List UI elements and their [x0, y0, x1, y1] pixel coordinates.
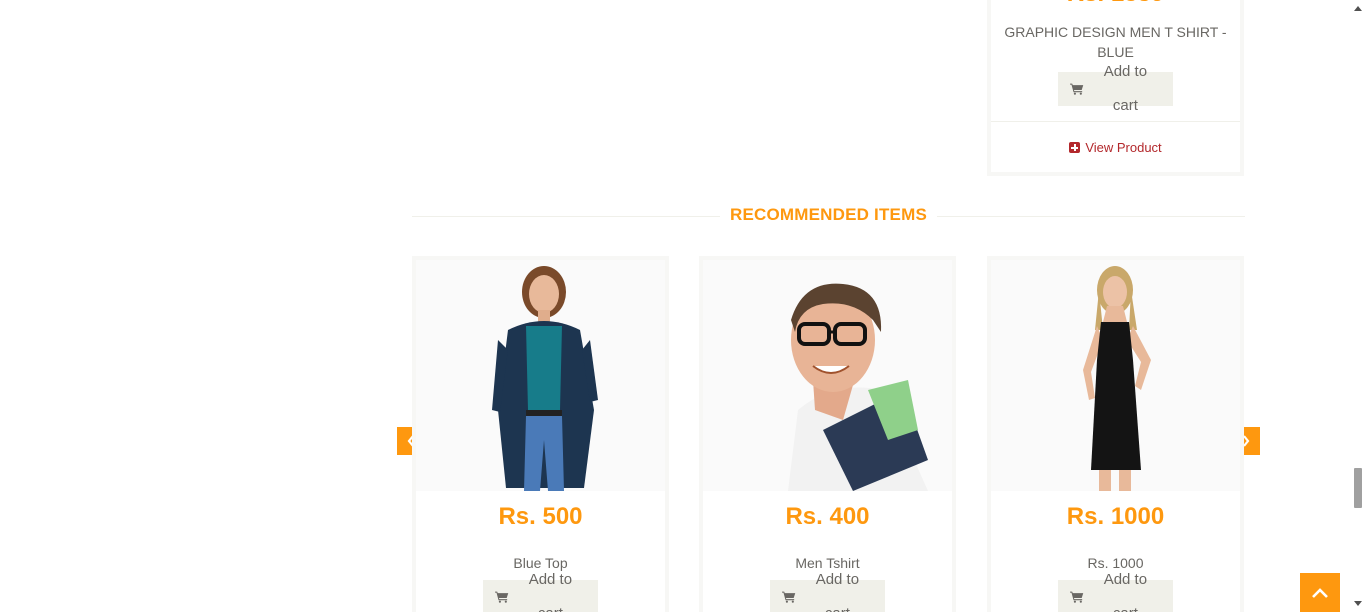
product-card-top: Rs. 1389 GRAPHIC DESIGN MEN T SHIRT - BL… — [987, 0, 1244, 176]
add-to-cart-button[interactable]: Add to cart — [770, 571, 885, 612]
shopping-cart-icon — [1070, 83, 1084, 95]
shopping-cart-icon — [1070, 591, 1084, 603]
view-product-link[interactable]: View Product — [991, 140, 1240, 155]
vertical-scrollbar[interactable] — [1349, 0, 1366, 612]
shopping-cart-icon — [782, 591, 796, 603]
scroll-to-top-button[interactable] — [1300, 573, 1340, 612]
add-to-cart-label: Add to cart — [1103, 571, 1148, 612]
add-to-cart-label: Add to cart — [528, 571, 573, 612]
divider — [991, 121, 1240, 122]
add-to-cart-label: Add to cart — [815, 571, 860, 612]
product-price: Rs. 1000 — [1066, 503, 1165, 530]
chevron-up-icon — [1312, 588, 1328, 598]
product-price: Rs. 1389 — [991, 0, 1240, 8]
shopping-cart-icon — [495, 591, 509, 603]
scrollbar-up-arrow[interactable] — [1349, 0, 1366, 17]
product-price: Rs. 500 — [498, 503, 583, 530]
product-price: Rs. 400 — [785, 503, 870, 530]
plus-square-icon — [1069, 142, 1081, 153]
product-image — [416, 260, 665, 491]
add-to-cart-button[interactable]: Add to cart — [483, 571, 598, 612]
view-product-label: View Product — [1085, 140, 1162, 155]
product-image — [703, 260, 952, 491]
scrollbar-down-arrow[interactable] — [1349, 595, 1366, 612]
product-image — [991, 260, 1240, 491]
add-to-cart-label: Add to cart — [1103, 63, 1148, 114]
triangle-up-icon — [1353, 6, 1362, 11]
recommended-item-card: Rs. 500 Blue Top Add to cart — [412, 256, 669, 612]
add-to-cart-button[interactable]: Add to cart — [1058, 571, 1173, 612]
section-title: recommended items — [719, 205, 938, 225]
recommended-item-card: Rs. 1000 Rs. 1000 Add to cart — [987, 256, 1244, 612]
triangle-down-icon — [1353, 601, 1362, 606]
man-tshirt-image — [703, 260, 952, 491]
woman-blue-top-image — [416, 260, 665, 491]
recommended-items-heading: recommended items — [412, 204, 1245, 226]
recommended-item-card: Rs. 400 Men Tshirt Add to cart — [699, 256, 956, 612]
woman-black-dress-image — [991, 260, 1240, 491]
scrollbar-thumb[interactable] — [1354, 468, 1362, 508]
add-to-cart-button[interactable]: Add to cart — [1058, 63, 1173, 114]
